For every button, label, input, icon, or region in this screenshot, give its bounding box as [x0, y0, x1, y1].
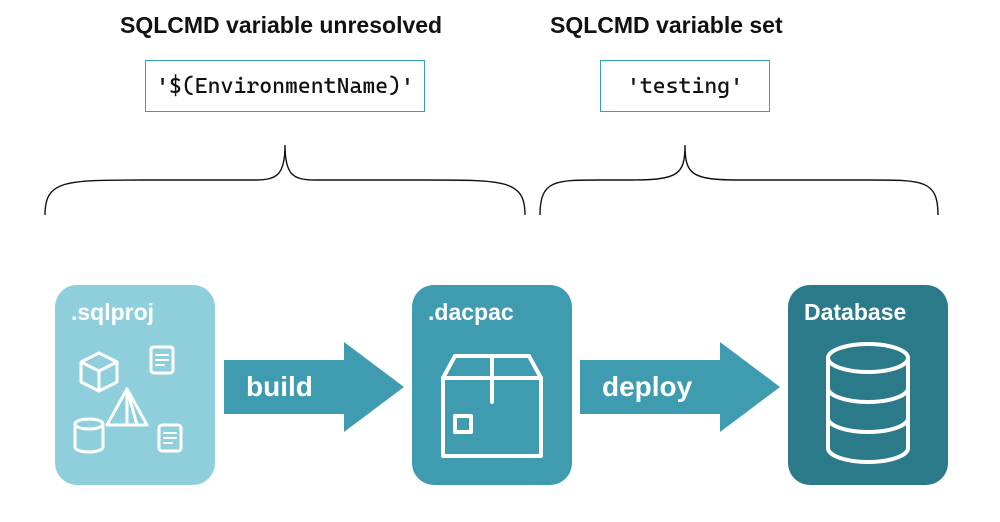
card-sqlproj-title: .sqlproj — [71, 299, 154, 326]
variable-unresolved-box: '$(EnvironmentName)' — [145, 60, 425, 112]
brace-right — [530, 135, 948, 225]
variable-set-box: 'testing' — [600, 60, 770, 112]
arrow-deploy: deploy — [580, 342, 780, 432]
package-box-icon — [428, 334, 556, 471]
scroll-icon — [151, 347, 173, 373]
card-sqlproj: .sqlproj — [55, 285, 215, 485]
heading-set: SQLCMD variable set — [550, 12, 783, 39]
arrow-right-icon — [580, 342, 780, 432]
sqlproj-icon-group — [71, 334, 199, 471]
card-dacpac: .dacpac — [412, 285, 572, 485]
heading-unresolved: SQLCMD variable unresolved — [120, 12, 442, 39]
arrow-build: build — [224, 342, 404, 432]
card-database-title: Database — [804, 299, 906, 326]
cylinder-icon — [75, 419, 103, 452]
arrow-right-icon — [224, 342, 404, 432]
database-icon — [804, 334, 932, 471]
card-database: Database — [788, 285, 948, 485]
brace-left — [35, 135, 535, 225]
cube-icon — [81, 353, 117, 391]
card-dacpac-title: .dacpac — [428, 299, 514, 326]
scroll-icon-2 — [159, 425, 181, 451]
pyramid-icon — [107, 389, 147, 425]
